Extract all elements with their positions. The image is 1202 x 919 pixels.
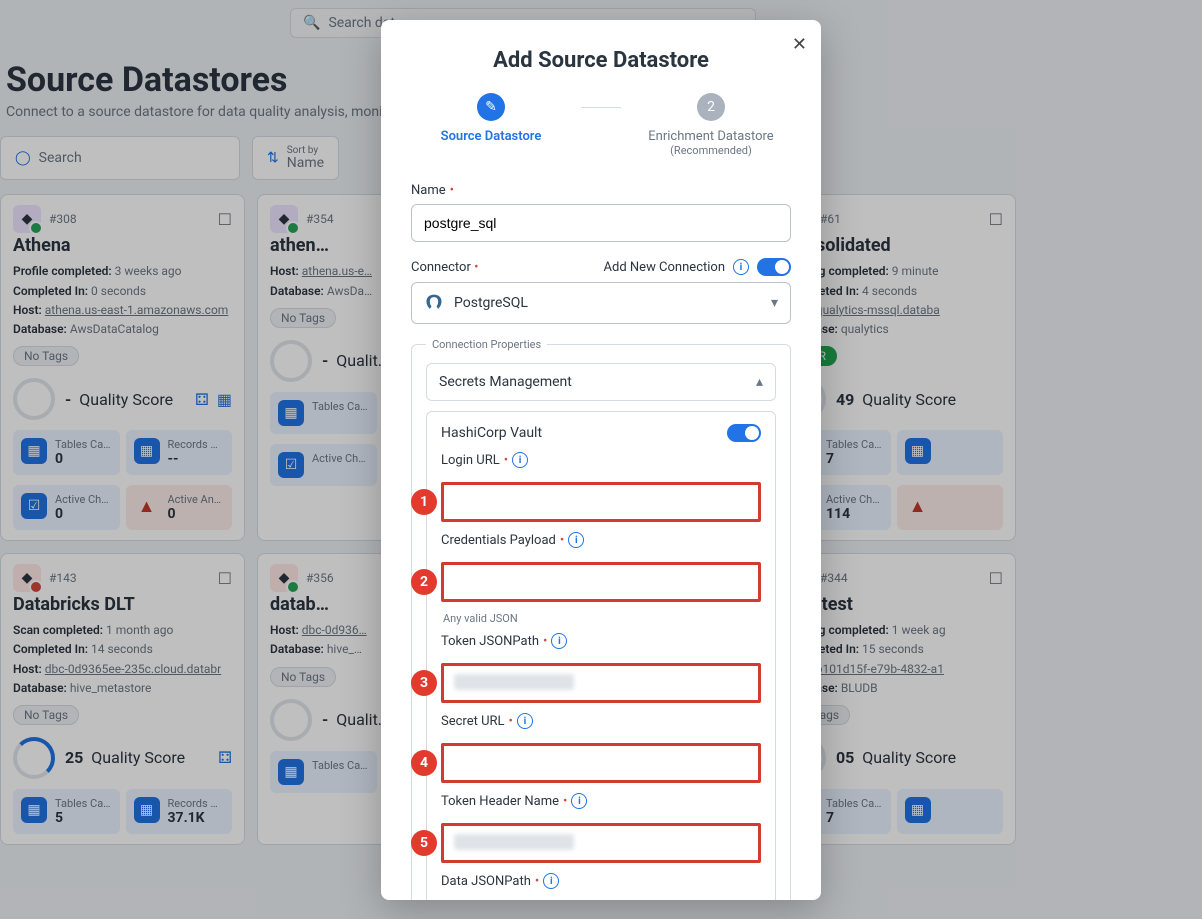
connector-label: Connector (411, 260, 471, 275)
modal-title: Add Source Datastore (381, 48, 821, 73)
secret-url-label: Secret URL (441, 714, 505, 729)
annotation-marker-3: 3 (411, 670, 437, 696)
token-header-label: Token Header Name (441, 794, 559, 809)
connection-properties-legend: Connection Properties (426, 338, 547, 351)
pencil-icon: ✎ (485, 99, 497, 115)
add-new-connection-toggle[interactable] (757, 258, 791, 276)
login-url-label: Login URL (441, 453, 500, 468)
token-jsonpath-label: Token JSONPath (441, 634, 539, 649)
annotation-marker-1: 1 (411, 489, 437, 515)
info-icon[interactable]: i (517, 713, 533, 729)
step-1-circle: ✎ (477, 93, 505, 121)
login-url-input[interactable] (441, 482, 761, 522)
info-icon[interactable]: i (571, 793, 587, 809)
credentials-payload-label: Credentials Payload (441, 533, 556, 548)
add-new-connection-label: Add New Connection (604, 260, 725, 275)
annotation-marker-5: 5 (411, 830, 437, 856)
info-icon[interactable]: i (512, 452, 528, 468)
info-icon[interactable]: i (733, 259, 749, 275)
secret-url-input[interactable] (441, 743, 761, 783)
token-jsonpath-input[interactable] (441, 663, 761, 703)
modal-stepper: ✎ Source Datastore 2 Enrichment Datastor… (381, 93, 821, 157)
credentials-payload-hint: Any valid JSON (443, 612, 761, 625)
info-icon[interactable]: i (543, 873, 559, 889)
secrets-management-toggle[interactable]: Secrets Management ▴ (426, 363, 776, 401)
add-datastore-modal: ✕ Add Source Datastore ✎ Source Datastor… (381, 20, 821, 900)
step-2-label: Enrichment Datastore (648, 129, 773, 144)
vault-toggle[interactable] (727, 424, 761, 442)
step-2-circle: 2 (697, 93, 725, 121)
step-2-sublabel: (Recommended) (670, 144, 752, 157)
chevron-up-icon: ▴ (756, 374, 763, 390)
annotation-marker-4: 4 (411, 750, 437, 776)
credentials-payload-input[interactable] (441, 562, 761, 602)
hashicorp-vault-label: HashiCorp Vault (441, 425, 542, 441)
close-icon[interactable]: ✕ (792, 34, 807, 55)
connector-select[interactable]: PostgreSQL ▾ (411, 282, 791, 324)
info-icon[interactable]: i (551, 633, 567, 649)
step-1-label: Source Datastore (441, 129, 542, 144)
connector-value: PostgreSQL (454, 295, 528, 311)
data-jsonpath-label: Data JSONPath (441, 874, 531, 889)
token-header-input[interactable] (441, 823, 761, 863)
name-input[interactable] (411, 204, 791, 242)
secrets-management-label: Secrets Management (439, 374, 572, 390)
caret-down-icon: ▾ (771, 295, 778, 311)
name-label: Name (411, 183, 446, 198)
info-icon[interactable]: i (568, 532, 584, 548)
postgresql-icon (424, 293, 444, 313)
annotation-marker-2: 2 (411, 569, 437, 595)
